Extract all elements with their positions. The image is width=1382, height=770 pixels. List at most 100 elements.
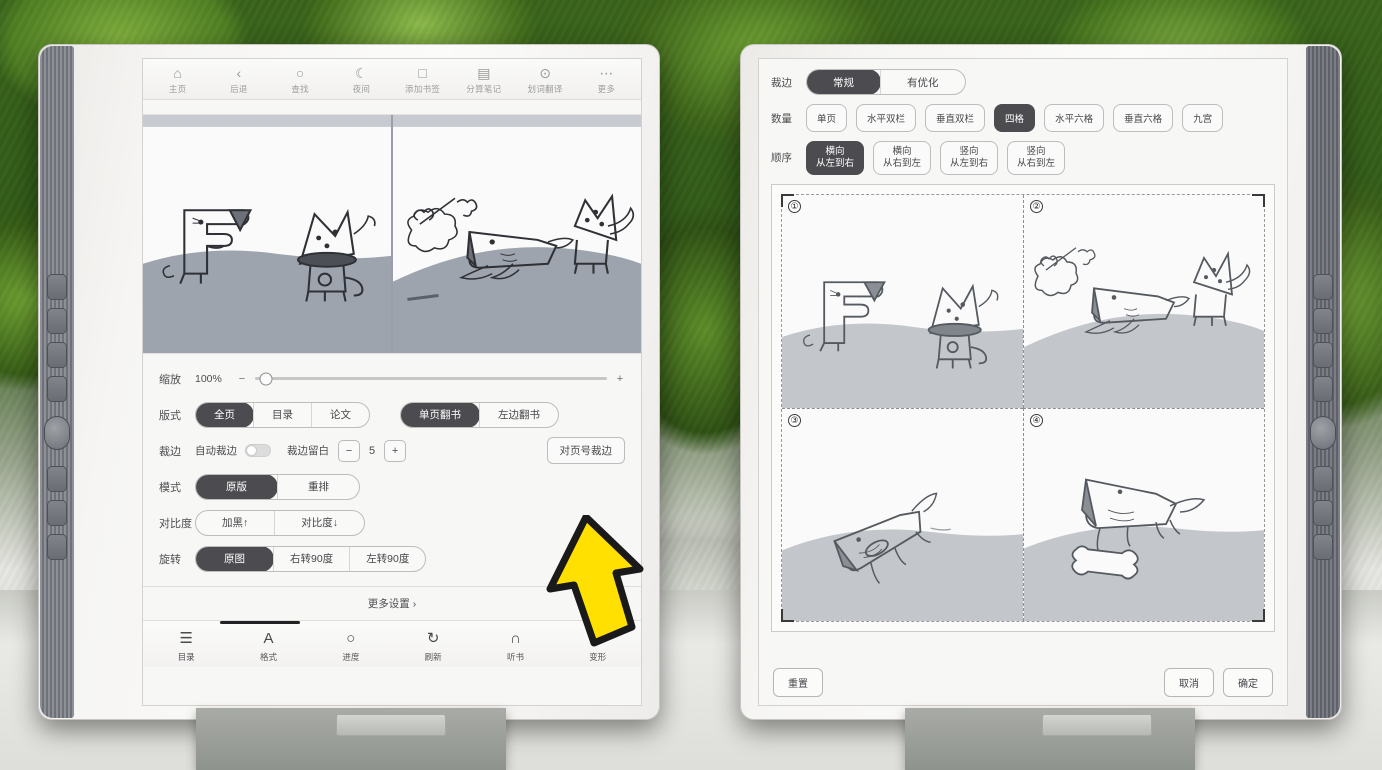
- zoom-slider-track[interactable]: [255, 372, 607, 385]
- split-count-option-h2[interactable]: 水平双栏: [856, 104, 917, 132]
- split-order-option-v-rtl[interactable]: 竖向 从右到左: [1007, 141, 1066, 175]
- grip-button-6[interactable]: [1313, 500, 1333, 526]
- page-mode-option-single[interactable]: 单页翻书: [401, 402, 479, 427]
- toolbar-item-more[interactable]: ⋯ 更多: [576, 65, 637, 95]
- layout-option-fullpage[interactable]: 全页: [196, 402, 253, 427]
- toolbar-item-home[interactable]: ⌂ 主页: [147, 65, 208, 95]
- split-count-option-v2[interactable]: 垂直双栏: [925, 104, 986, 132]
- bottom-nav-label: 目录: [177, 652, 195, 662]
- crop-mode-segmented-control[interactable]: 常规 有优化: [806, 69, 966, 95]
- bookmark-icon: □: [418, 65, 427, 81]
- split-order-option-h-rtl[interactable]: 横向 从右到左: [873, 141, 932, 175]
- crop-mode-row: 裁边 常规 有优化: [771, 69, 1275, 95]
- split-grid[interactable]: ① ② ③ ④: [781, 193, 1265, 622]
- split-cell-2[interactable]: ②: [1023, 194, 1264, 408]
- toolbar-label: 夜间: [352, 84, 371, 94]
- grip-button-3[interactable]: [1313, 342, 1333, 368]
- crop-handle-bottom-left[interactable]: [781, 608, 794, 622]
- split-order-option-h-ltr[interactable]: 横向 从左到右: [806, 141, 865, 175]
- crop-handle-bottom-right[interactable]: [1252, 608, 1265, 622]
- auto-crop-toggle[interactable]: [245, 444, 271, 457]
- grip-button-2[interactable]: [47, 308, 67, 334]
- rotate-option-left90[interactable]: 左转90度: [349, 546, 425, 571]
- crop-margin-stepper[interactable]: − 5 +: [338, 439, 407, 462]
- bottom-nav-item-refresh[interactable]: ↻ 刷新: [392, 629, 474, 663]
- grip-button-3[interactable]: [47, 342, 67, 368]
- grip-button-4[interactable]: [1313, 376, 1333, 402]
- crop-margin-minus-button[interactable]: −: [338, 439, 360, 462]
- split-count-option-h6[interactable]: 水平六格: [1044, 104, 1105, 132]
- zoom-minus-icon[interactable]: −: [237, 373, 247, 385]
- dog-bone-illustration-right: [393, 115, 641, 353]
- split-count-option-v6[interactable]: 垂直六格: [1113, 104, 1174, 132]
- page-mode-option-left[interactable]: 左边翻书: [479, 402, 558, 427]
- grip-button-5[interactable]: [47, 466, 67, 492]
- grip-round-button[interactable]: [1310, 416, 1336, 450]
- split-order-line2: 从左到右: [950, 157, 989, 169]
- grip-button-2[interactable]: [1313, 308, 1333, 334]
- page-number-crop-button[interactable]: 对页号裁边: [546, 437, 625, 464]
- toolbar-item-night[interactable]: ☾ 夜间: [331, 65, 392, 95]
- crop-handle-top-left[interactable]: [781, 193, 794, 207]
- page-preview[interactable]: [143, 114, 641, 354]
- grip-round-button[interactable]: [44, 416, 70, 450]
- grip-button-6[interactable]: [47, 500, 67, 526]
- toolbar-item-notes[interactable]: ▤ 分算笔记: [453, 65, 514, 95]
- auto-crop-label: 自动裁边: [195, 445, 237, 457]
- crop-mode-option-optimize[interactable]: 有优化: [880, 70, 965, 94]
- grip-button-1[interactable]: [47, 274, 67, 300]
- crop-handle-top-right[interactable]: [1252, 193, 1265, 207]
- split-cell-4[interactable]: ④: [1023, 407, 1264, 621]
- bottom-nav-label: 变形: [589, 652, 607, 662]
- font-icon: A: [263, 630, 274, 647]
- split-order-line2: 从左到右: [816, 157, 855, 169]
- split-cell-3[interactable]: ③: [782, 407, 1023, 621]
- progress-icon: ○: [346, 630, 356, 647]
- toolbar-item-bookmark[interactable]: □ 添加书签: [392, 65, 453, 95]
- grip-button-4[interactable]: [47, 376, 67, 402]
- home-icon: ⌂: [173, 65, 182, 81]
- layout-option-paper[interactable]: 论文: [311, 402, 369, 427]
- split-count-option-quad[interactable]: 四格: [994, 104, 1036, 132]
- layout-segmented-control[interactable]: 全页 目录 论文: [195, 401, 370, 428]
- split-count-option-nine[interactable]: 九宫: [1182, 104, 1224, 132]
- toolbar-item-search[interactable]: ○ 查找: [270, 65, 331, 95]
- split-count-option-single[interactable]: 单页: [806, 104, 848, 132]
- grip-button-1[interactable]: [1313, 274, 1333, 300]
- grip-button-5[interactable]: [1313, 466, 1333, 492]
- toolbar-item-translate[interactable]: ⊙ 划词翻译: [515, 65, 576, 95]
- bottom-nav-label: 进度: [342, 652, 360, 662]
- split-cell-1[interactable]: ①: [782, 194, 1023, 408]
- preview-page-right[interactable]: [391, 115, 641, 353]
- contrast-option-lighter[interactable]: 对比度↓: [274, 510, 364, 535]
- layout-option-toc[interactable]: 目录: [253, 402, 311, 427]
- zoom-slider-knob[interactable]: [259, 372, 273, 385]
- contrast-option-darker[interactable]: 加黑↑: [196, 511, 274, 535]
- mode-option-original[interactable]: 原版: [196, 474, 277, 499]
- toolbar-item-back[interactable]: ‹ 后退: [208, 65, 269, 95]
- yellow-arrow-pointer: [546, 515, 644, 647]
- bottom-nav-item-progress[interactable]: ○ 进度: [310, 629, 392, 663]
- rotate-option-original[interactable]: 原图: [196, 546, 273, 571]
- right-device: 裁边 常规 有优化 数量 单页 水平双栏 垂直双栏 四格 水平六格 垂直六格 九…: [740, 44, 1342, 720]
- mode-segmented-control[interactable]: 原版 重排: [195, 473, 360, 500]
- contrast-segmented-control[interactable]: 加黑↑ 对比度↓: [195, 509, 365, 536]
- bottom-nav-item-format[interactable]: A 格式: [227, 629, 309, 663]
- zoom-plus-icon[interactable]: +: [615, 373, 625, 385]
- grip-button-7[interactable]: [47, 534, 67, 560]
- rotate-segmented-control[interactable]: 原图 右转90度 左转90度: [195, 545, 427, 572]
- bottom-nav-item-toc[interactable]: ☰ 目录: [145, 629, 227, 663]
- crop-mode-option-normal[interactable]: 常规: [807, 70, 880, 94]
- cancel-button[interactable]: 取消: [1164, 668, 1214, 697]
- reset-button[interactable]: 重置: [773, 668, 823, 697]
- grip-button-7[interactable]: [1313, 534, 1333, 560]
- split-order-option-v-ltr[interactable]: 竖向 从左到右: [940, 141, 999, 175]
- mode-option-reflow[interactable]: 重排: [277, 474, 359, 499]
- crop-margin-plus-button[interactable]: +: [384, 439, 407, 462]
- zoom-slider-group[interactable]: 100% − +: [195, 372, 625, 385]
- confirm-button[interactable]: 确定: [1223, 668, 1273, 697]
- preview-page-left[interactable]: [143, 115, 391, 353]
- rotate-option-right90[interactable]: 右转90度: [273, 546, 349, 571]
- split-grid-preview[interactable]: ① ② ③ ④: [771, 183, 1275, 632]
- page-mode-segmented-control[interactable]: 单页翻书 左边翻书: [400, 401, 559, 428]
